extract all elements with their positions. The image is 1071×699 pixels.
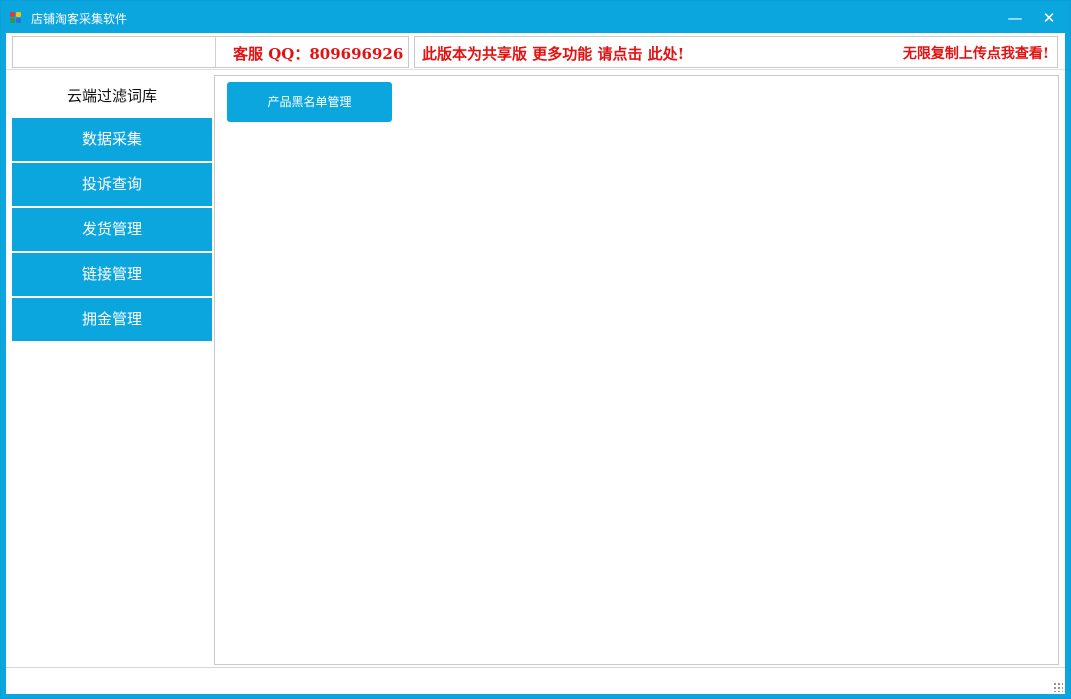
banner-divider bbox=[215, 37, 216, 67]
sidebar-item-commission[interactable]: 拥金管理 bbox=[12, 298, 212, 341]
close-button[interactable]: ✕ bbox=[1037, 7, 1061, 29]
close-icon: ✕ bbox=[1042, 9, 1056, 27]
sidebar-item-data-collection[interactable]: 数据采集 bbox=[12, 118, 212, 161]
sidebar-nav: 云端过滤词库 数据采集 投诉查询 发货管理 链接管理 拥金管理 bbox=[12, 75, 212, 343]
header-divider bbox=[6, 69, 1065, 70]
upgrade-link[interactable]: 此版本为共享版 更多功能 请点击 此处! bbox=[422, 43, 684, 64]
resize-grip-icon[interactable] bbox=[1053, 682, 1063, 692]
support-qq-text: 客服 QQ：809696926 bbox=[233, 45, 404, 63]
sidebar-item-cloud-filter[interactable]: 云端过滤词库 bbox=[12, 75, 212, 118]
sidebar-item-shipping[interactable]: 发货管理 bbox=[12, 208, 212, 251]
title-bar[interactable]: 店铺淘客采集软件 — ✕ bbox=[1, 1, 1070, 33]
sidebar-item-links[interactable]: 链接管理 bbox=[12, 253, 212, 296]
main-panel: 产品黑名单管理 bbox=[214, 75, 1059, 665]
window-title: 店铺淘客采集软件 bbox=[31, 12, 128, 26]
product-blacklist-button[interactable]: 产品黑名单管理 bbox=[227, 82, 392, 122]
minimize-icon: — bbox=[1007, 9, 1023, 27]
sidebar-item-complaint-query[interactable]: 投诉查询 bbox=[12, 163, 212, 206]
status-bar bbox=[6, 667, 1065, 694]
minimize-button[interactable]: — bbox=[1003, 7, 1027, 29]
contact-banner: 客服 QQ：809696926 bbox=[12, 36, 409, 68]
client-area: 客服 QQ：809696926 此版本为共享版 更多功能 请点击 此处! 无限复… bbox=[6, 33, 1065, 694]
promo-banner: 此版本为共享版 更多功能 请点击 此处! 无限复制上传点我查看! bbox=[414, 36, 1058, 68]
app-window: 店铺淘客采集软件 — ✕ 客服 QQ：809696926 此版本为共享版 更多功… bbox=[0, 0, 1071, 699]
app-logo-icon bbox=[10, 12, 22, 24]
unlimited-upload-link[interactable]: 无限复制上传点我查看! bbox=[903, 43, 1049, 63]
